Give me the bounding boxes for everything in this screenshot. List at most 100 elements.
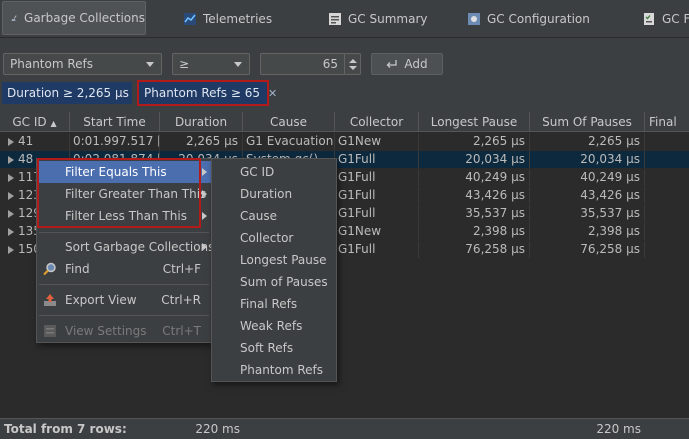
cell-duration: 2,265 µs <box>160 133 243 150</box>
decrement-icon[interactable] <box>348 65 357 70</box>
column-header-cause[interactable]: Cause <box>243 112 335 132</box>
menu-item-export[interactable]: Export View Ctrl+R <box>37 289 211 311</box>
tab-gc-summary[interactable]: GC Summary <box>328 0 427 37</box>
chart-icon <box>184 12 196 25</box>
submenu-item-final-refs[interactable]: Final Refs <box>212 293 336 315</box>
footer-duration-total: 220 ms <box>195 422 240 436</box>
cell-final-refs <box>645 133 689 150</box>
menu-item-find[interactable]: Find Ctrl+F <box>37 258 211 280</box>
column-header-final-refs[interactable]: Final <box>645 112 689 132</box>
menu-item-label: Sort Garbage Collections <box>65 240 215 254</box>
tab-garbage-collections[interactable]: Garbage Collections <box>2 1 146 35</box>
cell-longest: 20,034 µs <box>419 151 530 168</box>
table-row[interactable]: 410:01.997.517 [J...2,265 µsG1 Evacuatio… <box>0 133 689 150</box>
tab-gc-configuration[interactable]: GC Configuration <box>467 0 590 37</box>
cell-start: 0:01.997.517 [J... <box>70 133 160 150</box>
summary-icon <box>329 12 341 25</box>
submenu-item-gc-id[interactable]: GC ID <box>212 161 336 183</box>
tab-bar: Garbage Collections Telemetries GC Summa… <box>0 0 689 38</box>
column-header-gc-id[interactable]: GC ID ▲ <box>0 112 70 132</box>
cell-collector: G1Full <box>335 187 419 204</box>
search-icon <box>43 262 56 276</box>
column-header-collector[interactable]: Collector <box>335 112 419 132</box>
export-icon <box>44 294 56 306</box>
enter-icon <box>386 60 398 68</box>
broom-icon <box>11 15 17 22</box>
menu-item-label: Find <box>65 262 90 276</box>
cell-final-refs <box>645 241 689 258</box>
cell-final-refs <box>645 205 689 222</box>
cell-collector: G1New <box>335 223 419 240</box>
column-submenu: GC ID Duration Cause Collector Longest P… <box>211 158 337 382</box>
cell-collector: G1New <box>335 133 419 150</box>
menu-item-view-settings: View Settings Ctrl+T <box>37 320 211 342</box>
cell-longest: 76,258 µs <box>419 241 530 258</box>
cell-sum: 20,034 µs <box>530 151 645 168</box>
cell-sum: 2,398 µs <box>530 223 645 240</box>
tab-label: GC Summary <box>348 11 428 26</box>
checklist-icon <box>644 12 654 25</box>
submenu-item-longest-pause[interactable]: Longest Pause <box>212 249 336 271</box>
cell-sum: 43,426 µs <box>530 187 645 204</box>
menu-separator <box>39 232 209 233</box>
tab-label: GC Configuration <box>487 11 590 26</box>
menu-item-shortcut: Ctrl+F <box>162 262 201 276</box>
chevron-down-icon <box>146 61 154 67</box>
cell-longest: 40,249 µs <box>419 169 530 186</box>
cell-collector: G1Full <box>335 169 419 186</box>
filter-value-stepper[interactable]: 65 <box>260 53 361 75</box>
cell-sum: 40,249 µs <box>530 169 645 186</box>
highlight-outline <box>37 158 201 228</box>
column-header-sum-of-pauses[interactable]: Sum Of Pauses <box>530 112 645 132</box>
footer-total-label: Total from 7 rows: <box>4 422 127 436</box>
cell-sum: 35,537 µs <box>530 205 645 222</box>
cell-final-refs <box>645 151 689 168</box>
filter-operator-value: ≥ <box>179 57 190 71</box>
cell-final-refs <box>645 169 689 186</box>
submenu-item-duration[interactable]: Duration <box>212 183 336 205</box>
chevron-down-icon <box>234 61 242 67</box>
filter-chip-phantom-refs[interactable]: Phantom Refs ≥ 65 ✕ <box>137 80 277 106</box>
menu-item-shortcut: Ctrl+R <box>161 293 201 307</box>
sort-ascending-icon: ▲ <box>50 119 57 128</box>
cell-collector: G1Full <box>335 241 419 258</box>
submenu-item-phantom-refs[interactable]: Phantom Refs <box>212 359 336 381</box>
column-label: GC ID <box>12 115 47 129</box>
cell-id: 41 <box>0 133 70 150</box>
table-header: GC ID ▲ Start Time Duration Cause Collec… <box>0 112 689 132</box>
submenu-item-collector[interactable]: Collector <box>212 227 336 249</box>
cell-longest: 35,537 µs <box>419 205 530 222</box>
column-header-longest-pause[interactable]: Longest Pause <box>419 112 530 132</box>
increment-icon[interactable] <box>348 58 357 63</box>
footer-sum-total: 220 ms <box>596 422 641 436</box>
menu-item-sort[interactable]: Sort Garbage Collections <box>37 236 215 258</box>
submenu-item-cause[interactable]: Cause <box>212 205 336 227</box>
submenu-item-soft-refs[interactable]: Soft Refs <box>212 337 336 359</box>
filter-field-value: Phantom Refs <box>10 57 94 71</box>
submenu-item-weak-refs[interactable]: Weak Refs <box>212 315 336 337</box>
cell-final-refs <box>645 187 689 204</box>
cell-collector: G1Full <box>335 151 419 168</box>
close-icon[interactable]: ✕ <box>268 87 277 100</box>
cell-sum: 2,265 µs <box>530 133 645 150</box>
filter-chip-duration[interactable]: Duration ≥ 2,265 µs ✕ <box>2 82 146 104</box>
tab-telemetries[interactable]: Telemetries <box>183 0 272 37</box>
settings-icon <box>44 325 56 337</box>
submenu-arrow-icon <box>202 190 207 198</box>
filter-chip-label: Duration ≥ 2,265 µs <box>7 86 129 100</box>
stepper-buttons[interactable] <box>344 54 360 74</box>
cell-cause: G1 Evacuation ... <box>243 133 335 150</box>
cell-collector: G1Full <box>335 205 419 222</box>
cell-longest: 43,426 µs <box>419 187 530 204</box>
tab-label: Telemetries <box>203 11 273 26</box>
add-filter-button[interactable]: Add <box>371 53 443 75</box>
cell-final-refs <box>645 223 689 240</box>
submenu-arrow-icon <box>202 243 207 251</box>
submenu-item-sum-of-pauses[interactable]: Sum of Pauses <box>212 271 336 293</box>
filter-field-select[interactable]: Phantom Refs <box>3 53 162 75</box>
column-header-duration[interactable]: Duration <box>160 112 243 132</box>
filter-operator-select[interactable]: ≥ <box>172 53 250 75</box>
config-icon <box>468 12 480 25</box>
column-header-start-time[interactable]: Start Time <box>70 112 160 132</box>
tab-gc-flags[interactable]: GC Fl <box>642 0 689 37</box>
